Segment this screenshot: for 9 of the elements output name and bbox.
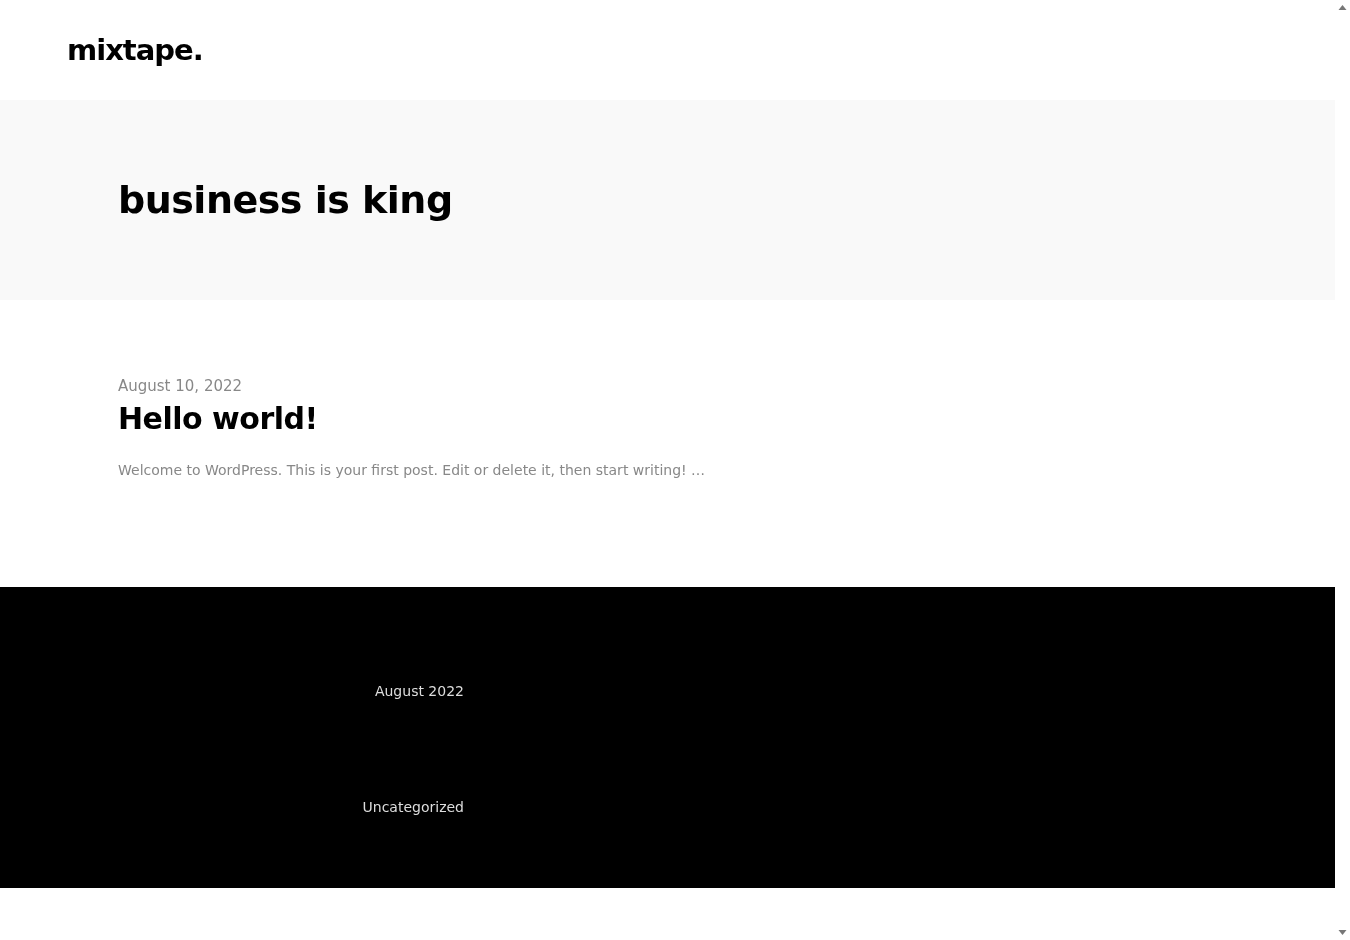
post-excerpt: Welcome to WordPress. This is your first post. Edit or delete it, then start writing! …: [118, 462, 707, 478]
post-date: August 10, 2022: [118, 377, 244, 395]
site-logo[interactable]: mixtape.: [67, 33, 203, 67]
post-title[interactable]: Hello world!: [118, 401, 1335, 436]
footer-link[interactable]: August 2022: [374, 683, 464, 699]
archive-title: business is king: [118, 178, 453, 222]
footer-link[interactable]: Uncategorized: [362, 799, 464, 815]
scroll-up-icon[interactable]: [1338, 3, 1347, 12]
scroll-down-icon[interactable]: [1338, 928, 1347, 937]
